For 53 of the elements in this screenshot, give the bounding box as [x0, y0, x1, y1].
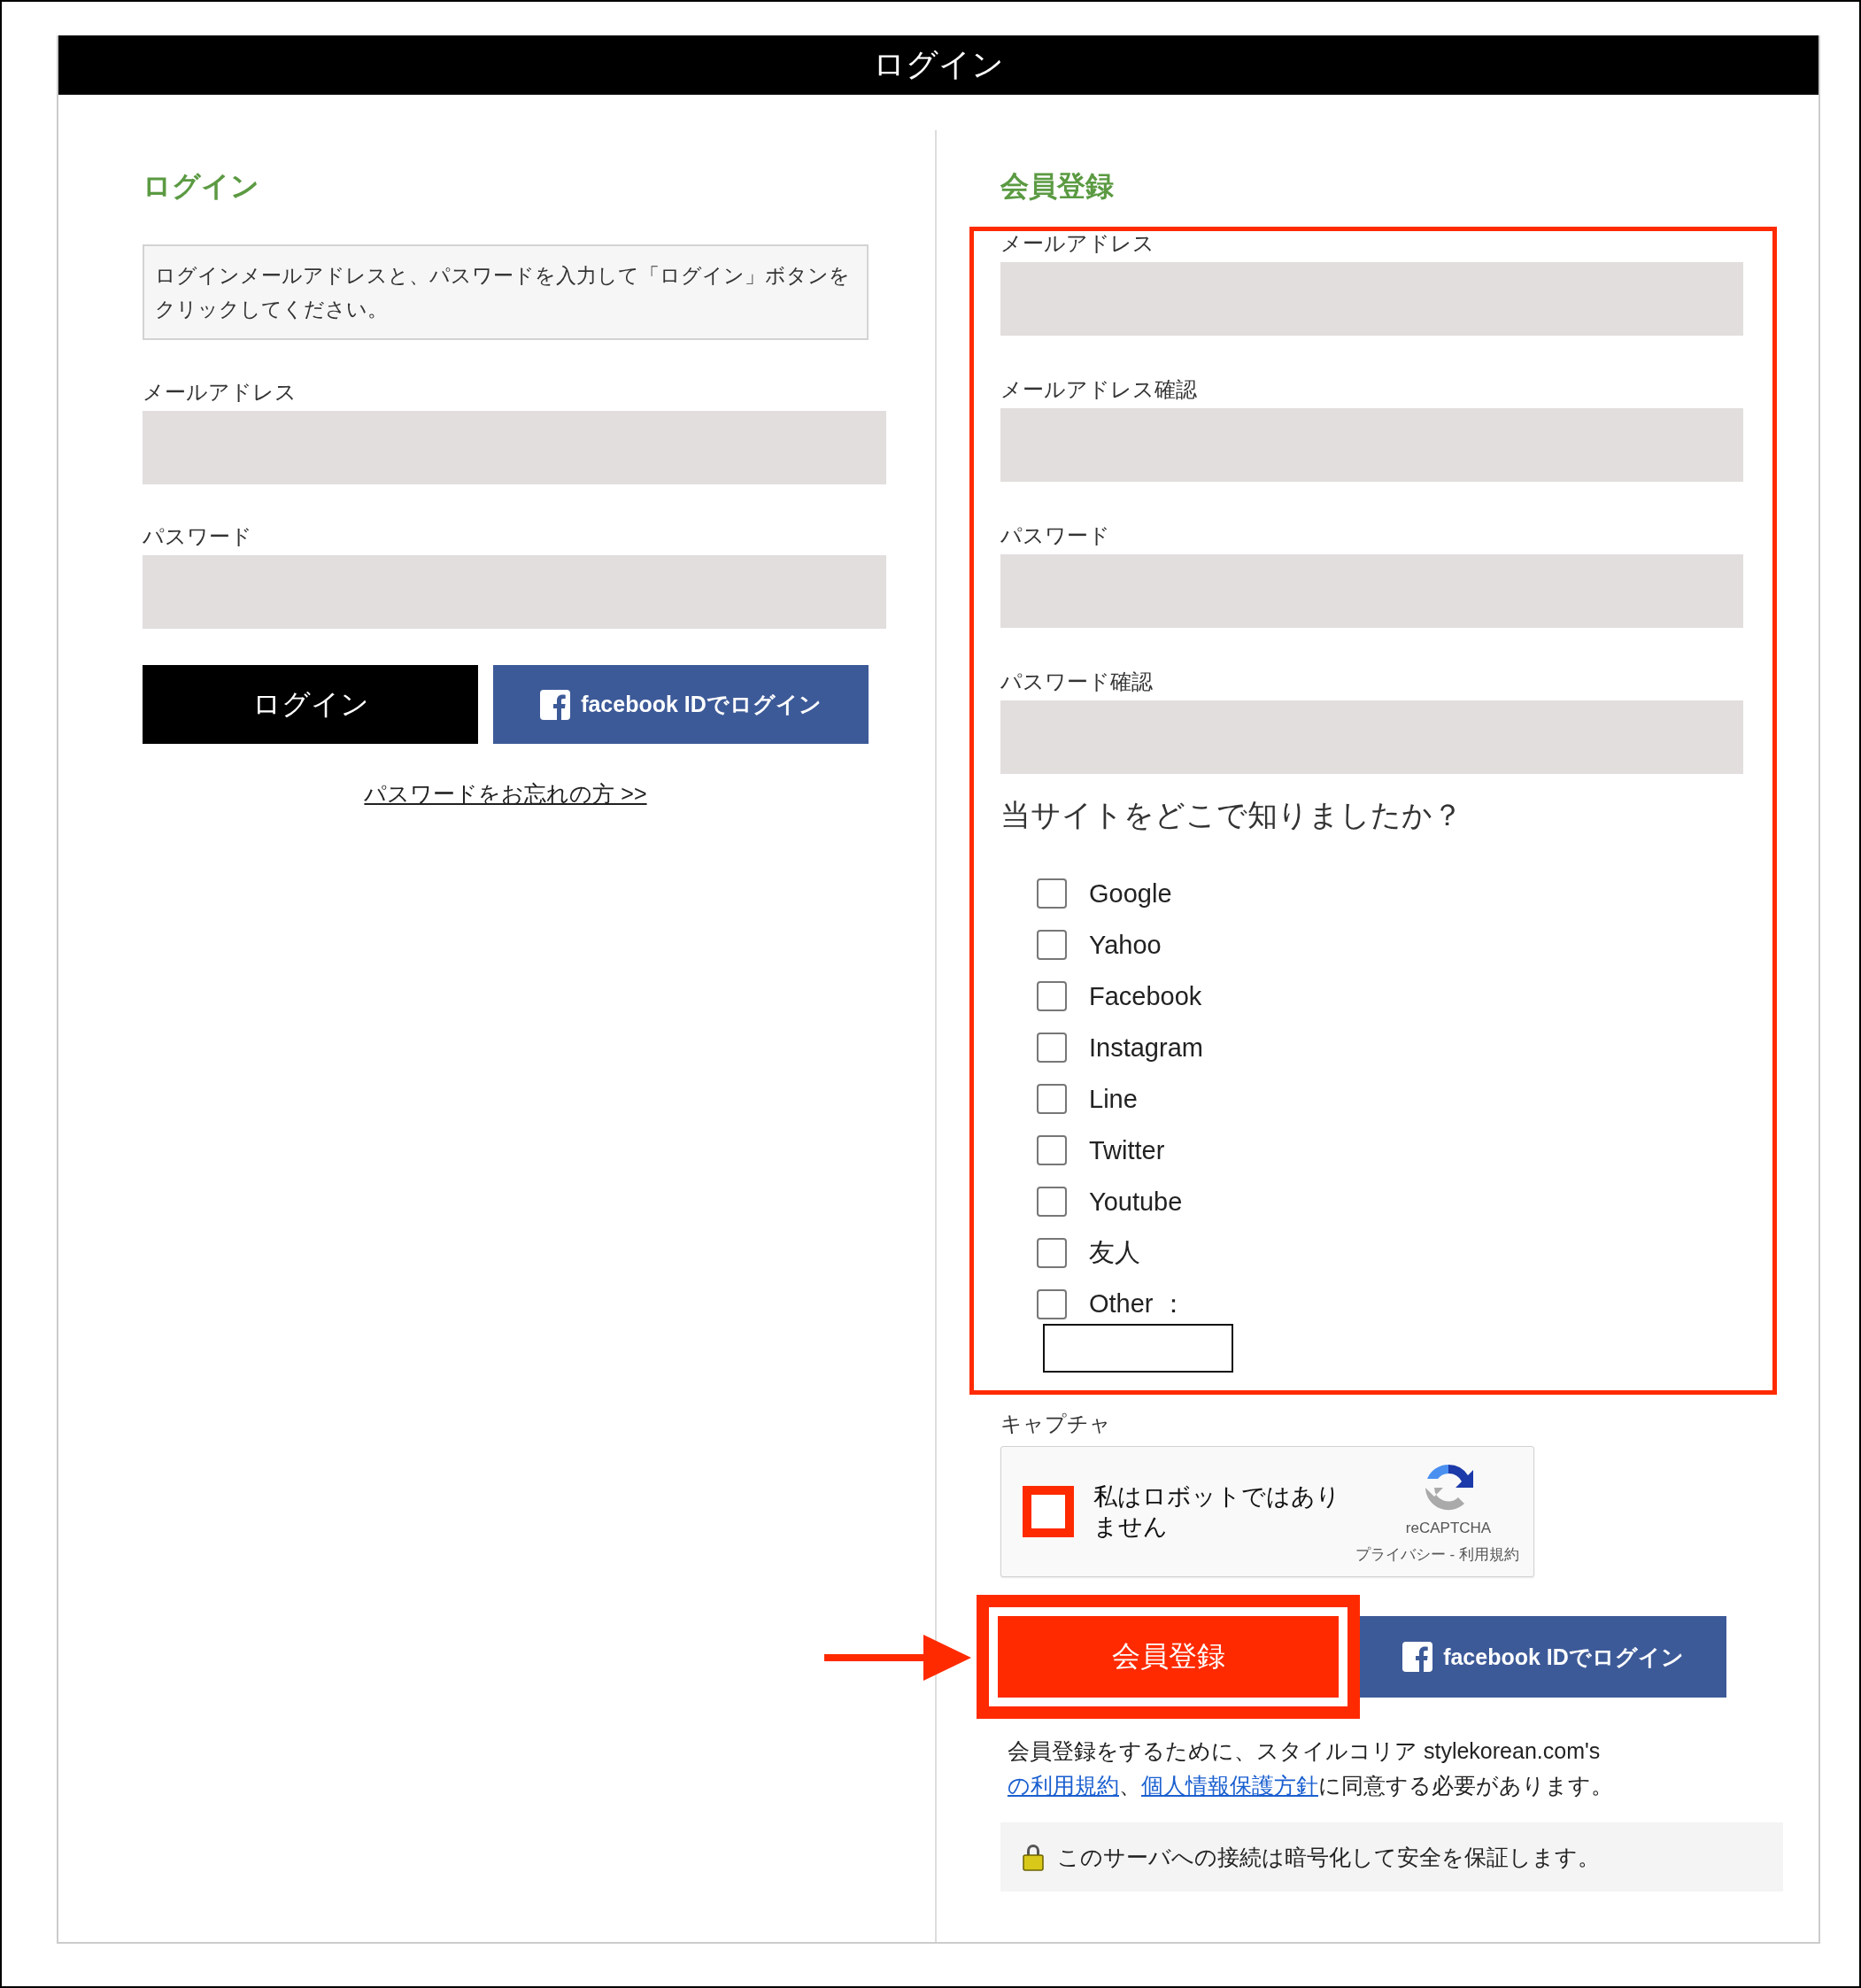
section-heading: 会員登録	[1000, 169, 1115, 204]
login-instructions: ログインメールアドレスと、パスワードを入力して「ログイン」ボタンをクリックしてください。	[143, 244, 869, 340]
field-label: パスワード確認	[1000, 670, 1154, 693]
input-field[interactable]	[1000, 554, 1743, 628]
field-label: メールアドレス	[1000, 232, 1155, 255]
checkbox[interactable]	[1037, 930, 1067, 960]
option-label: Other ：	[1089, 1288, 1186, 1319]
checkbox[interactable]	[1037, 1033, 1067, 1063]
forgot-password-link[interactable]: パスワードをお忘れの方 >>	[364, 781, 647, 806]
facebook-login-button[interactable]: facebook IDでログイン	[493, 665, 869, 744]
checkbox[interactable]	[1037, 1238, 1067, 1268]
option-label: 友人	[1089, 1237, 1140, 1268]
field-label: メールアドレス確認	[1000, 378, 1198, 401]
register-button[interactable]: 会員登録	[998, 1616, 1339, 1698]
facebook-icon	[540, 689, 571, 720]
page-title: ログイン	[873, 45, 1004, 84]
checkbox[interactable]	[1037, 1135, 1067, 1165]
field-label: パスワード	[1000, 524, 1111, 547]
option-label: Line	[1089, 1084, 1138, 1114]
policy-link[interactable]: 個人情報保護方針	[1141, 1773, 1318, 1798]
field-label: パスワード	[143, 525, 253, 548]
option-label: Google	[1089, 878, 1172, 909]
option-label: Instagram	[1089, 1033, 1203, 1063]
captcha-label: キャプチャ	[1000, 1412, 1112, 1435]
field-label: メールアドレス	[143, 381, 297, 404]
option-label: Twitter	[1089, 1135, 1165, 1165]
secure-connection-text: このサーバへの接続は暗号化して安全を保証します。	[1057, 1843, 1600, 1871]
padlock-icon	[1022, 1843, 1045, 1871]
other-input-field[interactable]	[1043, 1324, 1233, 1373]
captcha-text: 私はロボットではありません	[1093, 1482, 1341, 1542]
survey-question: 当サイトをどこで知りましたか？	[1000, 797, 1463, 832]
login-button[interactable]: ログイン	[143, 665, 478, 744]
input-field[interactable]	[1000, 262, 1743, 336]
recaptcha-brand: reCAPTCHA	[1405, 1520, 1492, 1537]
facebook-login-button[interactable]: facebook IDでログイン	[1360, 1616, 1726, 1698]
checkbox[interactable]	[1037, 1084, 1067, 1114]
checkbox[interactable]	[1037, 878, 1067, 909]
input-field[interactable]	[1000, 700, 1743, 774]
checkbox[interactable]	[1037, 1289, 1067, 1319]
input-field[interactable]	[143, 411, 886, 484]
terms-notice: 会員登録をするために、スタイルコリア stylekorean.com's の利用規約、個人情報保護方針に同意する必要があります。	[1008, 1737, 1614, 1799]
input-field[interactable]	[143, 555, 886, 629]
policy-link[interactable]: の利用規約	[1008, 1773, 1119, 1798]
section-heading: ログイン	[143, 169, 260, 204]
checkbox[interactable]	[1037, 1187, 1067, 1217]
option-label: Youtube	[1089, 1187, 1183, 1217]
captcha-footer-links[interactable]: プライバシー - 利用規約	[1355, 1544, 1519, 1565]
option-label: Facebook	[1089, 981, 1202, 1011]
checkbox[interactable]	[1037, 981, 1067, 1011]
facebook-icon	[1402, 1642, 1433, 1672]
option-label: Yahoo	[1089, 930, 1162, 960]
input-field[interactable]	[1000, 408, 1743, 482]
captcha-checkbox[interactable]	[1023, 1486, 1074, 1537]
